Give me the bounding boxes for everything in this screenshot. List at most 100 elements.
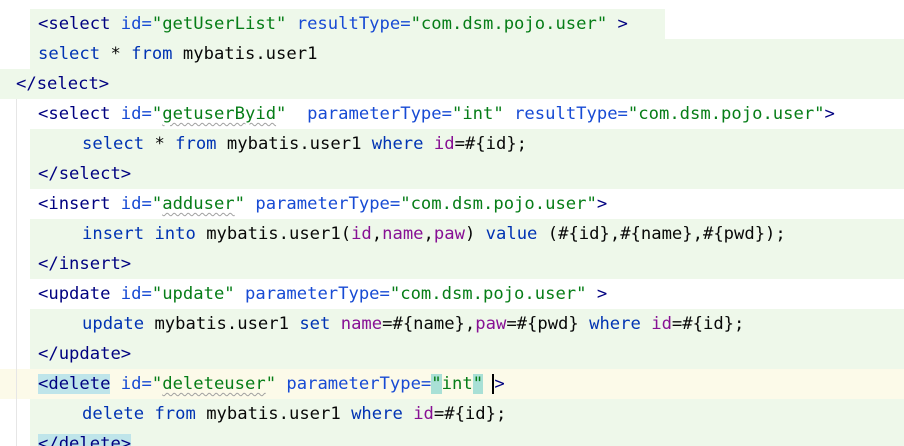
sql-keyword: from	[175, 134, 217, 154]
tag-bracket: >	[824, 104, 835, 124]
code-line-13[interactable]: <delete id="deleteuser" parameterType="i…	[38, 369, 505, 399]
tag-bracket: </	[38, 344, 59, 364]
sql-text: =#{id};	[454, 134, 528, 154]
line-highlight	[30, 159, 904, 189]
sql-keyword: into	[154, 224, 196, 244]
tag-bracket: >	[120, 164, 132, 184]
tag-bracket: >	[596, 194, 608, 214]
sql-keyword: from	[131, 44, 173, 64]
attribute-value: "int"	[451, 104, 504, 124]
attribute: id=	[110, 284, 152, 304]
tag-bracket: <	[38, 104, 49, 124]
tag-bracket: </	[16, 74, 37, 94]
sql-keyword: update	[82, 314, 145, 334]
tag-name: update	[48, 284, 111, 304]
sql-text: =#{name},	[382, 314, 476, 334]
sql-column: id	[651, 314, 672, 334]
attribute-value: "	[276, 104, 287, 124]
tag-bracket: >	[494, 374, 505, 394]
attribute-value: "getUserList"	[151, 14, 287, 34]
attribute-value: int	[441, 374, 473, 394]
code-line-10[interactable]: <update id="update" parameterType="com.d…	[38, 279, 607, 309]
tag-name: insert	[58, 254, 121, 274]
code-line-14[interactable]: delete from mybatis.user1 where id=#{id}…	[82, 399, 506, 429]
attribute-value: adduser	[162, 194, 235, 214]
sql-column: name	[340, 314, 383, 334]
sql-keyword: where	[589, 314, 641, 334]
code-line-7[interactable]: <insert id="adduser" parameterType="com.…	[38, 189, 607, 219]
sql-keyword: where	[351, 404, 403, 424]
sql-column: id	[413, 404, 434, 424]
tag-bracket: </	[38, 164, 59, 184]
tag-name: update	[58, 344, 121, 364]
tag-bracket: >	[120, 344, 132, 364]
tag-bracket: <	[38, 284, 49, 304]
attribute: parameterType=	[276, 374, 432, 394]
sql-keyword: insert	[82, 224, 145, 244]
sql-text: ,	[371, 224, 383, 244]
attribute-value: "	[472, 374, 484, 394]
sql-column: name	[382, 224, 424, 244]
tag-bracket: <	[38, 374, 49, 394]
tag-name: select	[36, 74, 99, 94]
attribute-value: "	[151, 104, 163, 124]
code-line-8[interactable]: insert into mybatis.user1(id,name,paw) v…	[82, 219, 786, 249]
sql-column: id	[433, 134, 455, 154]
code-line-6[interactable]: </select>	[38, 159, 131, 189]
sql-keyword: value	[485, 224, 538, 244]
attribute-value: "	[431, 374, 442, 394]
sql-text: mybatis.user1	[195, 404, 352, 424]
code-line-12[interactable]: </update>	[38, 339, 131, 369]
sql-keyword: select	[38, 44, 101, 64]
attribute-value: "com.dsm.pojo.user"	[389, 284, 587, 304]
attribute-value: "update"	[151, 284, 235, 304]
sql-column: paw	[433, 224, 465, 244]
code-line-4[interactable]: <select id="getuserByid" parameterType="…	[38, 99, 835, 129]
sql-text: *	[100, 44, 132, 64]
attribute: id=	[110, 104, 152, 124]
line-highlight	[30, 429, 904, 446]
tag-bracket: </	[38, 434, 59, 446]
sql-text: ,	[423, 224, 434, 244]
code-line-3[interactable]: </select>	[16, 69, 109, 99]
code-line-11[interactable]: update mybatis.user1 set name=#{name},pa…	[82, 309, 744, 339]
sql-keyword: where	[371, 134, 424, 154]
tag-name: select	[48, 104, 111, 124]
sql-column: id	[351, 224, 372, 244]
attribute-value: "	[151, 374, 163, 394]
tag-bracket: >	[120, 434, 132, 446]
attribute-value: "	[234, 194, 246, 214]
tag-name: select	[58, 164, 121, 184]
sql-keyword: delete	[82, 404, 145, 424]
attribute: parameterType=	[245, 194, 401, 214]
line-highlight	[30, 339, 904, 369]
line-highlight	[30, 249, 904, 279]
code-line-15[interactable]: </delete>	[38, 429, 132, 446]
sql-text: mybatis.user1	[144, 314, 300, 334]
tag-bracket: >	[120, 254, 132, 274]
code-line-5[interactable]: select * from mybatis.user1 where id=#{i…	[82, 129, 527, 159]
tag-bracket: </	[38, 254, 59, 274]
tag-bracket: <	[38, 194, 49, 214]
sql-text: *	[144, 134, 176, 154]
sql-keyword: select	[82, 134, 145, 154]
line-highlight	[0, 69, 904, 99]
code-line-2[interactable]: select * from mybatis.user1	[38, 39, 317, 69]
tag-bracket: >	[98, 74, 110, 94]
attribute-value: "com.dsm.pojo.user"	[627, 104, 825, 124]
sql-keyword: set	[299, 314, 331, 334]
code-editor[interactable]: <select id="getUserList" resultType="com…	[0, 0, 904, 446]
sql-text: mybatis.user1	[216, 134, 372, 154]
attribute: resultType=	[286, 14, 411, 34]
tag-name: delete	[48, 374, 111, 394]
code-line-9[interactable]: </insert>	[38, 249, 131, 279]
attribute-value: "com.dsm.pojo.user"	[400, 194, 597, 214]
tag-name: insert	[48, 194, 111, 214]
code-line-1[interactable]: <select id="getUserList" resultType="com…	[38, 9, 628, 39]
indent-guide	[16, 99, 17, 446]
sql-text: mybatis.user1	[172, 44, 318, 64]
